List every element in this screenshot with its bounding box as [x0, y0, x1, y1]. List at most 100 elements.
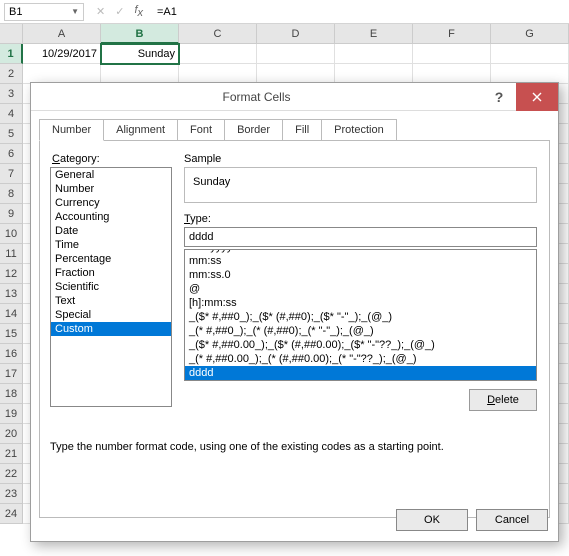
row-header-11[interactable]: 11	[0, 244, 23, 264]
category-item-accounting[interactable]: Accounting	[51, 210, 171, 224]
delete-button[interactable]: Delete	[469, 389, 537, 411]
column-headers: ABCDEFG	[0, 24, 569, 44]
select-all-corner[interactable]	[0, 24, 23, 44]
type-label: Type:	[184, 213, 537, 225]
format-detail-pane: Sample Sunday Type: h:mm:ssm/d/yyyy h:mm…	[184, 153, 537, 381]
row-header-21[interactable]: 21	[0, 444, 23, 464]
ok-button[interactable]: OK	[396, 509, 468, 531]
format-code-item[interactable]: mm:ss.0	[185, 268, 536, 282]
dialog-tabs: NumberAlignmentFontBorderFillProtection	[39, 119, 550, 141]
tab-number[interactable]: Number	[39, 119, 104, 141]
type-input[interactable]	[184, 227, 537, 247]
format-code-item[interactable]: mm:ss	[185, 254, 536, 268]
row-header-9[interactable]: 9	[0, 204, 23, 224]
cancel-formula-icon[interactable]: ✕	[96, 5, 105, 18]
formula-bar-icons: ✕ ✓ fx	[88, 4, 151, 19]
format-code-item[interactable]: [h]:mm:ss	[185, 296, 536, 310]
row-header-10[interactable]: 10	[0, 224, 23, 244]
cell-E2[interactable]	[335, 64, 413, 84]
row-header-23[interactable]: 23	[0, 484, 23, 504]
row-header-19[interactable]: 19	[0, 404, 23, 424]
sample-value: Sunday	[193, 176, 230, 188]
category-item-scientific[interactable]: Scientific	[51, 280, 171, 294]
format-code-item[interactable]: dddd	[185, 366, 536, 380]
dialog-titlebar[interactable]: Format Cells ?	[31, 83, 558, 111]
row-header-8[interactable]: 8	[0, 184, 23, 204]
tab-font[interactable]: Font	[177, 119, 225, 141]
category-item-number[interactable]: Number	[51, 182, 171, 196]
column-header-G[interactable]: G	[491, 24, 569, 44]
column-header-A[interactable]: A	[23, 24, 101, 44]
accept-formula-icon[interactable]: ✓	[115, 5, 124, 18]
category-item-custom[interactable]: Custom	[51, 322, 171, 336]
row-header-14[interactable]: 14	[0, 304, 23, 324]
format-code-item[interactable]: _(* #,##0.00_);_(* (#,##0.00);_(* "-"??_…	[185, 352, 536, 366]
cell-A2[interactable]	[23, 64, 101, 84]
row-header-18[interactable]: 18	[0, 384, 23, 404]
category-listbox[interactable]: GeneralNumberCurrencyAccountingDateTimeP…	[50, 167, 172, 407]
column-header-C[interactable]: C	[179, 24, 257, 44]
row-header-13[interactable]: 13	[0, 284, 23, 304]
cell-E1[interactable]	[335, 44, 413, 64]
category-item-percentage[interactable]: Percentage	[51, 252, 171, 266]
category-item-general[interactable]: General	[51, 168, 171, 182]
cell-C1[interactable]	[179, 44, 257, 64]
tab-protection[interactable]: Protection	[321, 119, 397, 141]
row-header-17[interactable]: 17	[0, 364, 23, 384]
category-item-special[interactable]: Special	[51, 308, 171, 322]
cell-C2[interactable]	[179, 64, 257, 84]
fx-icon[interactable]: fx	[134, 4, 143, 19]
tab-alignment[interactable]: Alignment	[103, 119, 178, 141]
formula-bar: B1 ▼ ✕ ✓ fx =A1	[0, 0, 569, 24]
category-item-currency[interactable]: Currency	[51, 196, 171, 210]
cell-G2[interactable]	[491, 64, 569, 84]
cell-F1[interactable]	[413, 44, 491, 64]
column-header-E[interactable]: E	[335, 24, 413, 44]
sample-label: Sample	[184, 153, 537, 165]
row-header-7[interactable]: 7	[0, 164, 23, 184]
tab-border[interactable]: Border	[224, 119, 283, 141]
row-header-3[interactable]: 3	[0, 84, 23, 104]
category-item-time[interactable]: Time	[51, 238, 171, 252]
cell-A1[interactable]: 10/29/2017	[23, 44, 101, 64]
help-button[interactable]: ?	[482, 89, 516, 105]
row-header-4[interactable]: 4	[0, 104, 23, 124]
row-header-1[interactable]: 1	[0, 44, 23, 64]
row-header-16[interactable]: 16	[0, 344, 23, 364]
dialog-title: Format Cells	[31, 90, 482, 104]
formula-input[interactable]: =A1	[151, 6, 569, 18]
row-header-12[interactable]: 12	[0, 264, 23, 284]
row-header-6[interactable]: 6	[0, 144, 23, 164]
row-header-2[interactable]: 2	[0, 64, 23, 84]
format-cells-dialog: Format Cells ? NumberAlignmentFontBorder…	[30, 82, 559, 542]
format-code-listbox[interactable]: h:mm:ssm/d/yyyy h:mmmm:ssmm:ss.0@[h]:mm:…	[184, 249, 537, 381]
name-box[interactable]: B1 ▼	[4, 3, 84, 21]
column-header-F[interactable]: F	[413, 24, 491, 44]
cell-G1[interactable]	[491, 44, 569, 64]
close-button[interactable]	[516, 83, 558, 111]
format-code-item[interactable]: _($* #,##0_);_($* (#,##0);_($* "-"_);_(@…	[185, 310, 536, 324]
format-hint: Type the number format code, using one o…	[50, 441, 539, 453]
category-item-text[interactable]: Text	[51, 294, 171, 308]
name-box-dropdown-icon[interactable]: ▼	[71, 7, 79, 16]
column-header-D[interactable]: D	[257, 24, 335, 44]
row-header-22[interactable]: 22	[0, 464, 23, 484]
category-item-date[interactable]: Date	[51, 224, 171, 238]
format-code-item[interactable]: _($* #,##0.00_);_($* (#,##0.00);_($* "-"…	[185, 338, 536, 352]
cell-B1[interactable]: Sunday	[101, 44, 179, 64]
tab-fill[interactable]: Fill	[282, 119, 322, 141]
column-header-B[interactable]: B	[101, 24, 179, 44]
cancel-button[interactable]: Cancel	[476, 509, 548, 531]
category-item-fraction[interactable]: Fraction	[51, 266, 171, 280]
cell-D2[interactable]	[257, 64, 335, 84]
row-header-15[interactable]: 15	[0, 324, 23, 344]
cell-B2[interactable]	[101, 64, 179, 84]
row-header-24[interactable]: 24	[0, 504, 23, 524]
row-header-20[interactable]: 20	[0, 424, 23, 444]
cell-F2[interactable]	[413, 64, 491, 84]
cell-D1[interactable]	[257, 44, 335, 64]
row-header-5[interactable]: 5	[0, 124, 23, 144]
format-code-item[interactable]: _(* #,##0_);_(* (#,##0);_(* "-"_);_(@_)	[185, 324, 536, 338]
format-code-item[interactable]: @	[185, 282, 536, 296]
grid-row: 2	[0, 64, 569, 84]
